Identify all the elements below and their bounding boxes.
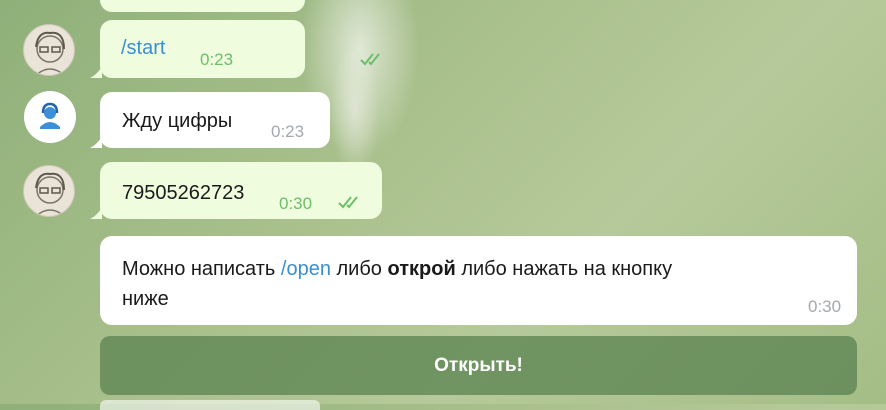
message-time: 0:30 bbox=[279, 194, 313, 213]
user-avatar-sketch-icon bbox=[35, 172, 65, 216]
message-text: Жду цифры bbox=[122, 110, 233, 132]
text-part: Можно написать bbox=[122, 258, 281, 280]
message-bubble-wait-digits[interactable]: Жду цифры 0:23 bbox=[100, 92, 330, 148]
message-bubble-start[interactable]: /start 0:23 bbox=[100, 20, 380, 78]
next-content-edge bbox=[100, 400, 320, 410]
user-avatar[interactable] bbox=[23, 165, 75, 217]
message-text-line-2: ниже bbox=[122, 288, 169, 310]
bot-avatar[interactable] bbox=[24, 91, 76, 143]
bubble-tail bbox=[90, 66, 102, 78]
user-avatar[interactable] bbox=[23, 24, 75, 76]
message-bubble-instructions[interactable]: Можно написать /open либо открой либо на… bbox=[100, 236, 857, 325]
message-time: 0:23 bbox=[271, 122, 305, 141]
bubble-tail bbox=[90, 207, 102, 219]
open-inline-button[interactable]: Открыть! bbox=[100, 336, 857, 395]
user-avatar-sketch-icon bbox=[35, 31, 65, 75]
message-time: 0:30 bbox=[808, 297, 842, 316]
text-part: либо bbox=[330, 258, 388, 280]
bubble-tail bbox=[90, 136, 102, 148]
previous-message-bubble bbox=[100, 0, 305, 12]
start-command-link[interactable]: /start bbox=[121, 37, 165, 60]
message-text: 79505262723 bbox=[122, 182, 245, 204]
message-text-line-1: Можно написать /open либо открой либо на… bbox=[122, 258, 672, 281]
bot-person-icon bbox=[40, 102, 60, 129]
text-part: либо нажать на кнопку bbox=[455, 258, 673, 280]
message-bubble-phone[interactable]: 79505262723 0:30 bbox=[100, 162, 382, 219]
open-inline-button-label: Открыть! bbox=[434, 354, 523, 376]
double-check-icon bbox=[338, 196, 358, 209]
open-command-link[interactable]: /open bbox=[281, 258, 331, 280]
double-check-icon bbox=[360, 53, 380, 66]
message-time: 0:23 bbox=[200, 50, 234, 69]
bold-keyword: открой bbox=[387, 258, 456, 280]
